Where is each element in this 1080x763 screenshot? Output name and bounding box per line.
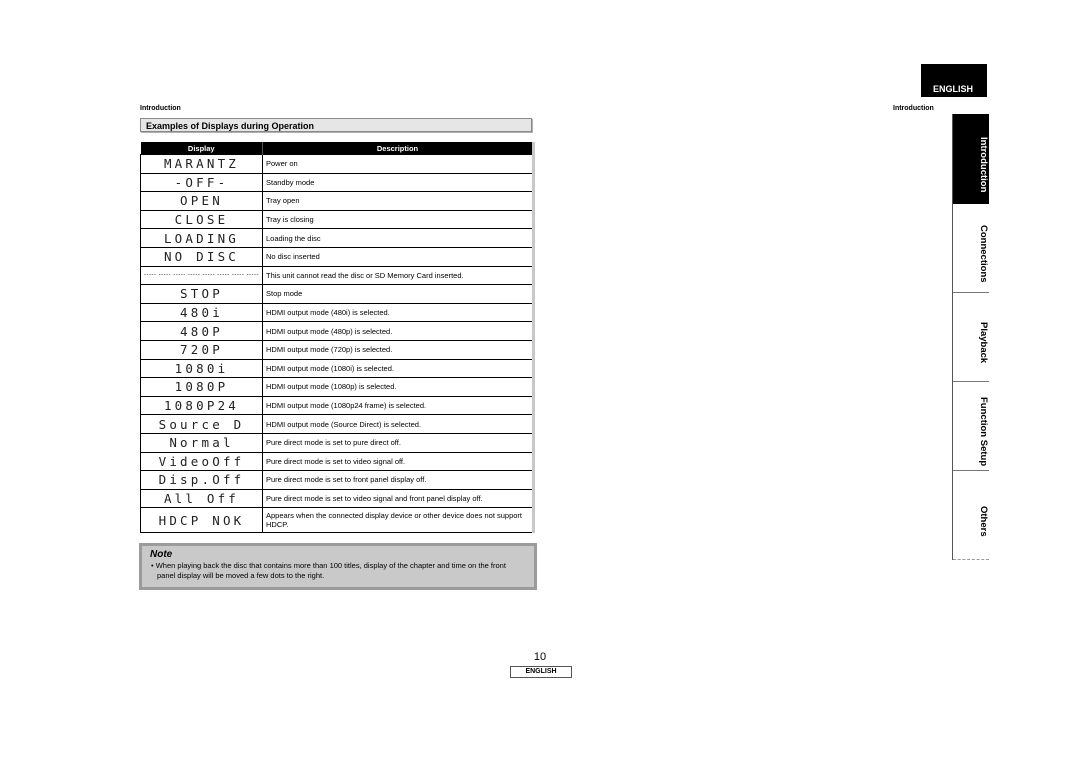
table-row: OPEN Tray open (140, 191, 534, 211)
display-cell: 1080P (140, 377, 263, 397)
display-cell: LOADING (140, 228, 263, 248)
display-cell: -OFF- (140, 172, 263, 193)
description-cell: Pure direct mode is set to front panel d… (262, 470, 534, 490)
display-cell: 1080i (140, 358, 263, 379)
table-row: VideoOff Pure direct mode is set to video… (140, 451, 534, 472)
display-cell: 480P (140, 321, 263, 341)
table-row: 480P HDMI output mode (480p) is selected. (140, 321, 534, 341)
display-cell: Normal (140, 432, 263, 453)
side-tab-playback[interactable]: Playback (953, 293, 989, 382)
display-cell: VideoOff (140, 451, 263, 472)
description-cell: Stop mode (262, 284, 534, 304)
description-cell: No disc inserted (262, 246, 534, 267)
display-cell: NO DISC (140, 246, 263, 267)
description-cell: HDMI output mode (480i) is selected. (262, 302, 534, 323)
display-table: Display Description MARANTZ Power on -OFF-… (140, 142, 535, 534)
table-row: 480i HDMI output mode (480i) is selected. (140, 302, 534, 323)
table-body: MARANTZ Power on -OFF- Standby mode OPEN Tray… (140, 154, 534, 534)
table-row: 1080P HDMI output mode (1080p) is selecte… (140, 377, 534, 397)
table-row: STOP Stop mode (140, 284, 534, 304)
display-cell: CLOSE (140, 209, 263, 230)
page-number: 10 (533, 651, 547, 663)
description-cell: Power on (262, 154, 534, 174)
section-title: Examples of Displays during Operation (140, 118, 532, 132)
table-header-row: Display Description (140, 142, 534, 155)
table-row: LOADING Loading the disc (140, 228, 534, 248)
description-cell: Tray is closing (262, 209, 534, 230)
section-label-right: Introduction (893, 105, 934, 112)
display-cell: 1080P24 (140, 395, 263, 416)
display-cell: MARANTZ (140, 154, 263, 174)
description-cell: Pure direct mode is set to pure direct o… (262, 432, 534, 453)
table-row: 720P HDMI output mode (720p) is selected. (140, 339, 534, 360)
description-cell: Pure direct mode is set to video signal … (262, 451, 534, 472)
side-tab-introduction[interactable]: Introduction (953, 114, 989, 204)
table-row: NO DISC No disc inserted (140, 246, 534, 267)
description-cell: HDMI output mode (1080i) is selected. (262, 358, 534, 379)
description-cell: HDMI output mode (720p) is selected. (262, 339, 534, 360)
note-box: Note • When playing back the disc that c… (139, 543, 537, 590)
side-tab-connections[interactable]: Connections (953, 204, 989, 293)
description-cell: HDMI output mode (Source Direct) is sele… (262, 414, 534, 434)
display-cell: 720P (140, 339, 263, 360)
display-cell: ----- ----- ----- ----- ----- ----- ----… (140, 265, 263, 286)
column-header-display: Display (140, 142, 263, 155)
display-cell: HDCP NOK (140, 507, 263, 534)
note-item-text: When playing back the disc that contains… (155, 561, 506, 580)
side-tab-others[interactable]: Others (953, 471, 989, 560)
description-cell: Tray open (262, 191, 534, 211)
display-cell: Source D (140, 414, 263, 434)
table-row: 1080i HDMI output mode (1080i) is selecte… (140, 358, 534, 379)
table-row: CLOSE Tray is closing (140, 209, 534, 230)
description-cell: HDMI output mode (1080p) is selected. (262, 377, 534, 397)
table-row: MARANTZ Power on (140, 154, 534, 174)
description-cell: Standby mode (262, 172, 534, 193)
side-tab-nav: Introduction Connections Playback Functi… (952, 114, 989, 560)
note-item: • When playing back the disc that contai… (151, 561, 506, 580)
language-tab: ENGLISH (921, 64, 987, 97)
table-row: ----- ----- ----- ----- ----- ----- ----… (140, 265, 534, 286)
description-cell: HDMI output mode (1080p24 frame) is sele… (262, 395, 534, 416)
description-cell: Pure direct mode is set to video signal … (262, 488, 534, 509)
display-cell: STOP (140, 284, 263, 304)
table-row: -OFF- Standby mode (140, 172, 534, 193)
display-cell: All Off (140, 488, 263, 509)
table-row: 1080P24 HDMI output mode (1080p24 frame) … (140, 395, 534, 416)
note-title: Note (150, 549, 173, 560)
description-cell: Loading the disc (262, 228, 534, 248)
table-row: HDCP NOK Appears when the connected displ… (140, 507, 534, 534)
display-cell: 480i (140, 302, 263, 323)
description-cell: This unit cannot read the disc or SD Mem… (262, 265, 534, 286)
footer-language-label: ENGLISH (510, 666, 572, 678)
side-tab-function-setup[interactable]: Function Setup (953, 382, 989, 471)
table-row: Source D HDMI output mode (Source Direct)… (140, 414, 534, 434)
display-cell: OPEN (140, 191, 263, 211)
table-row: Disp.Off Pure direct mode is set to front… (140, 470, 534, 490)
table-row: All Off Pure direct mode is set to video … (140, 488, 534, 509)
section-label-left: Introduction (140, 105, 181, 112)
description-cell: HDMI output mode (480p) is selected. (262, 321, 534, 341)
table-row: Normal Pure direct mode is set to pure di… (140, 432, 534, 453)
description-cell: Appears when the connected display devic… (262, 507, 534, 534)
column-header-description: Description (262, 142, 534, 155)
display-cell: Disp.Off (140, 470, 263, 490)
